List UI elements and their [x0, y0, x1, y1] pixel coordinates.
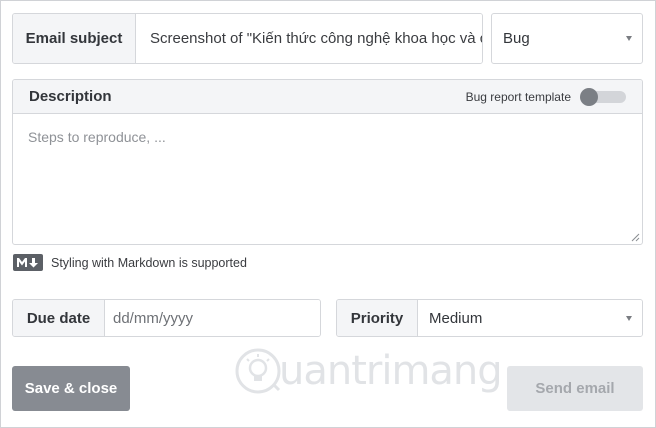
email-subject-input[interactable]: Screenshot of "Kiến thức công nghệ khoa …	[136, 14, 482, 63]
description-panel: Description Bug report template Steps to…	[12, 79, 643, 245]
priority-select[interactable]: Medium	[418, 300, 642, 336]
description-title: Description	[29, 88, 112, 105]
markdown-note: Styling with Markdown is supported	[13, 254, 247, 271]
issue-type-value: Bug	[503, 30, 530, 47]
due-date-input[interactable]	[105, 300, 320, 336]
send-email-button[interactable]: Send email	[507, 366, 643, 411]
due-date-label: Due date	[13, 300, 105, 336]
description-placeholder: Steps to reproduce, ...	[28, 129, 166, 145]
due-date-group: Due date	[12, 299, 321, 337]
chevron-down-icon	[626, 315, 632, 321]
bug-report-template-toggle[interactable]	[580, 87, 626, 106]
priority-group: Priority Medium	[336, 299, 643, 337]
lightbulb-logo-icon	[235, 348, 281, 394]
watermark-text: uantrimang	[279, 348, 503, 394]
chevron-down-icon	[626, 36, 632, 41]
email-subject-group: Email subject Screenshot of "Kiến thức c…	[12, 13, 483, 64]
bug-report-template-control: Bug report template	[465, 87, 626, 106]
bug-report-template-label: Bug report template	[465, 89, 571, 104]
markdown-icon	[13, 254, 43, 271]
issue-type-select[interactable]: Bug	[491, 13, 643, 64]
resize-grip-icon[interactable]	[631, 233, 640, 242]
email-subject-label: Email subject	[13, 14, 136, 63]
priority-label: Priority	[337, 300, 418, 336]
watermark: uantrimang	[233, 346, 503, 396]
priority-value: Medium	[429, 309, 483, 327]
description-header: Description Bug report template	[13, 80, 642, 114]
markdown-note-text: Styling with Markdown is supported	[51, 255, 247, 270]
toggle-knob	[580, 87, 598, 106]
save-close-button[interactable]: Save & close	[12, 366, 130, 411]
description-textarea[interactable]: Steps to reproduce, ...	[13, 114, 642, 244]
